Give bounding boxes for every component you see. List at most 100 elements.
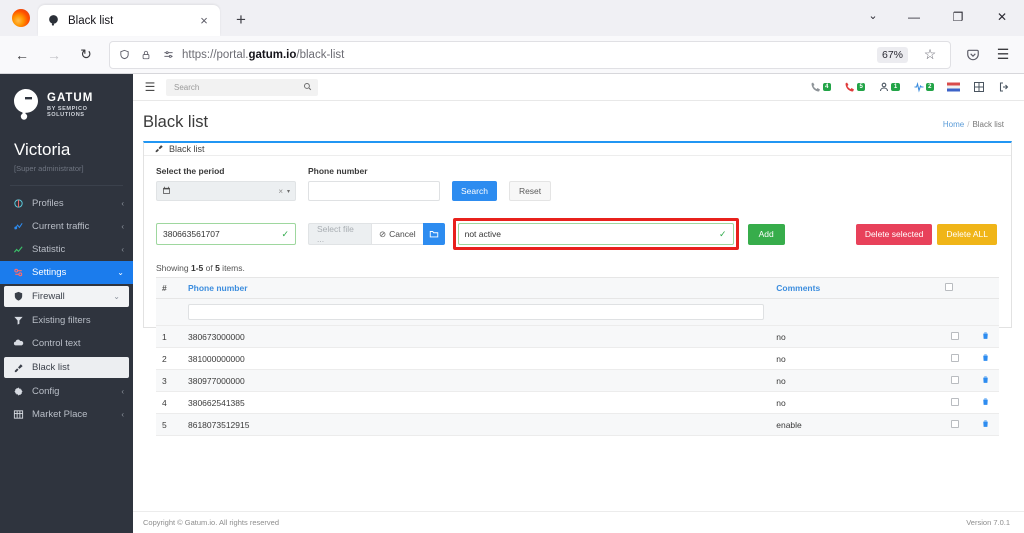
- column-phone-number[interactable]: Phone number: [182, 277, 771, 299]
- sidebar: GATUM BY SEMPICO SOLUTIONS Victoria [Sup…: [0, 74, 133, 533]
- shield-icon: [116, 47, 132, 63]
- chevron-down-icon: ⌄: [117, 268, 124, 277]
- sidebar-item-label: Profiles: [32, 198, 64, 209]
- chevron-left-icon: ‹: [121, 199, 124, 208]
- back-icon[interactable]: ←: [7, 41, 37, 69]
- column-comments[interactable]: Comments: [770, 277, 939, 299]
- chevron-left-icon: ‹: [121, 410, 124, 419]
- sidebar-item-black-list[interactable]: Black list: [4, 357, 129, 378]
- reload-icon[interactable]: ↻: [71, 41, 101, 69]
- pocket-icon[interactable]: [959, 41, 987, 69]
- pulse-icon[interactable]: 2: [913, 81, 934, 93]
- chevron-left-icon: ‹: [121, 222, 124, 231]
- phone-red-icon[interactable]: 5: [844, 81, 866, 93]
- breadcrumb-home[interactable]: Home: [943, 120, 964, 129]
- period-input[interactable]: × ▾: [156, 181, 296, 201]
- user-name: Victoria: [14, 140, 71, 159]
- browser-tab[interactable]: Black list ×: [38, 5, 220, 36]
- sidebar-item-settings[interactable]: Settings ⌄: [0, 261, 133, 284]
- add-phone-input[interactable]: 380663561707 ✓: [156, 223, 296, 245]
- search-box[interactable]: [166, 78, 318, 96]
- file-cancel-button[interactable]: ⊘ Cancel: [371, 223, 423, 245]
- close-window-button[interactable]: ✕: [980, 2, 1024, 31]
- column-index: #: [156, 277, 182, 299]
- chevron-down-icon[interactable]: ▾: [287, 188, 290, 195]
- new-tab-button[interactable]: +: [228, 7, 254, 33]
- sidebar-item-current-traffic[interactable]: Current traffic ‹: [0, 215, 133, 238]
- sidebar-item-control-text[interactable]: Control text: [0, 332, 133, 355]
- sidebar-item-profiles[interactable]: Profiles ‹: [0, 192, 133, 215]
- phone-grey-icon[interactable]: 4: [810, 81, 831, 93]
- breadcrumb-current: Black list: [972, 120, 1004, 129]
- firefox-logo-icon: [12, 9, 30, 27]
- filter-cell-index: [156, 298, 182, 326]
- main-area: ☰ 4 5: [133, 74, 1024, 533]
- gatum-logo-icon: [12, 88, 40, 122]
- firewall-shield-icon: [12, 291, 25, 302]
- chevron-down-icon: ⌄: [113, 292, 120, 301]
- brand-name: GATUM: [47, 91, 94, 104]
- select-all-checkbox[interactable]: [945, 283, 953, 291]
- sidebar-item-label: Settings: [32, 267, 67, 278]
- comment-highlight-box: not active ✓: [452, 218, 739, 250]
- badge-count: 1: [891, 83, 900, 91]
- sidebar-item-label: Config: [32, 386, 60, 397]
- sidebar-item-config[interactable]: Config ‹: [0, 380, 133, 403]
- browser-window: Black list × + ⌄ — ❐ ✕ ← → ↻ https://por…: [0, 0, 1024, 533]
- sidebar-toggle-icon[interactable]: ☰: [143, 80, 157, 94]
- column-actions: [971, 277, 999, 299]
- url-text: https://portal.gatum.io/black-list: [182, 48, 345, 61]
- column-select: [939, 277, 971, 299]
- zoom-level-badge[interactable]: 67%: [876, 46, 908, 63]
- footer-version: Version 7.0.1: [966, 518, 1010, 527]
- forward-icon[interactable]: →: [39, 41, 69, 69]
- sidebar-item-label: Market Place: [32, 409, 88, 420]
- clear-icon[interactable]: ×: [278, 187, 283, 196]
- lock-icon: [138, 47, 154, 63]
- file-select-label[interactable]: Select file ...: [308, 223, 371, 245]
- period-field-group: Select the period × ▾: [156, 166, 296, 201]
- folder-open-icon[interactable]: [422, 223, 445, 245]
- app-menu-icon[interactable]: ☰: [989, 41, 1017, 69]
- add-button[interactable]: Add: [747, 223, 785, 245]
- breadcrumb-separator: /: [967, 120, 970, 129]
- sidebar-item-label: Existing filters: [32, 315, 91, 326]
- search-icon[interactable]: [303, 82, 312, 93]
- sidebar-item-label: Firewall: [32, 291, 65, 302]
- sidebar-item-firewall[interactable]: Firewall ⌄: [4, 286, 129, 307]
- maximize-button[interactable]: ❐: [936, 2, 980, 31]
- sidebar-item-statistic[interactable]: Statistic ‹: [0, 238, 133, 261]
- file-upload-control: Select file ... ⊘ Cancel: [308, 223, 445, 245]
- sidebar-item-label: Current traffic: [32, 221, 90, 232]
- chevron-down-icon[interactable]: ⌄: [858, 1, 888, 29]
- page-title: Black list: [143, 113, 209, 131]
- sidebar-item-label: Statistic: [32, 244, 66, 255]
- reset-button[interactable]: Reset: [508, 181, 552, 201]
- bookmark-star-icon[interactable]: ☆: [916, 41, 944, 69]
- search-button[interactable]: Search: [452, 181, 497, 201]
- filter-phone-input[interactable]: [188, 304, 765, 320]
- grid-icon[interactable]: [973, 81, 985, 93]
- sidebar-item-existing-filters[interactable]: Existing filters: [0, 309, 133, 332]
- chevron-left-icon: ‹: [121, 387, 124, 396]
- logout-icon[interactable]: [998, 81, 1010, 93]
- filter-cell-actions: [971, 298, 999, 326]
- permissions-icon[interactable]: [160, 47, 176, 63]
- delete-selected-button[interactable]: Delete selected: [855, 223, 933, 245]
- window-controls: ⌄ — ❐ ✕: [858, 1, 1024, 32]
- black-list-icon: [154, 143, 164, 155]
- sidebar-item-market-place[interactable]: Market Place ‹: [0, 403, 133, 426]
- user-icon[interactable]: 1: [878, 81, 900, 93]
- minimize-button[interactable]: —: [892, 2, 936, 31]
- address-bar[interactable]: https://portal.gatum.io/black-list 67% ☆: [109, 40, 951, 69]
- search-input[interactable]: [172, 81, 299, 93]
- tab-title: Black list: [68, 14, 114, 27]
- add-comment-input[interactable]: not active ✓: [457, 223, 734, 245]
- traffic-icon: [12, 221, 25, 232]
- phone-filter-input[interactable]: [308, 181, 440, 201]
- close-icon[interactable]: ×: [196, 13, 212, 29]
- filter-cell-comments: [770, 298, 939, 326]
- flag-icon[interactable]: [947, 82, 960, 92]
- delete-all-button[interactable]: Delete ALL: [937, 223, 997, 245]
- profiles-icon: [12, 198, 25, 209]
